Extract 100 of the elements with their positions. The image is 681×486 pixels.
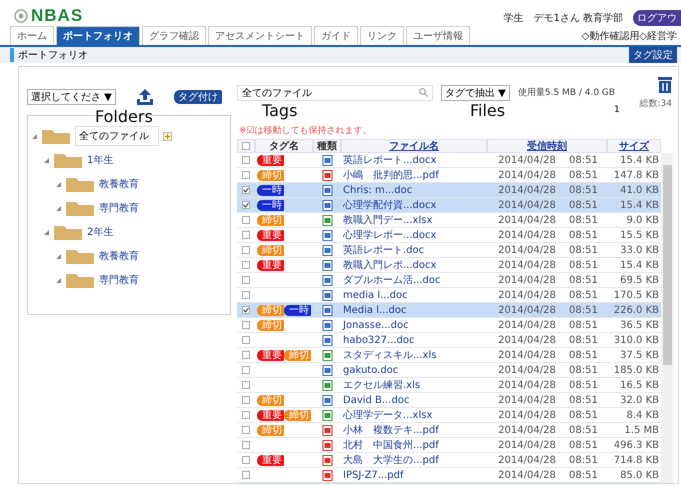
file-name-link[interactable]: 心理学レポー...docx: [341, 228, 487, 243]
total-count: 総数:34: [640, 98, 672, 110]
size-cell: 310.0 KB: [607, 333, 661, 348]
date-cell: 2014/04/28: [487, 273, 567, 288]
size-cell: 8.4 KB: [607, 408, 661, 423]
folder-label[interactable]: 1年生: [87, 153, 114, 167]
time-cell: 08:51: [567, 213, 607, 228]
size-cell: 15.4 KB: [607, 198, 661, 213]
time-cell: 08:51: [567, 393, 607, 408]
date-cell: 2014/04/28: [487, 153, 567, 168]
time-cell: 08:51: [567, 438, 607, 453]
size-cell: 41.0 KB: [607, 183, 661, 198]
folder-name-field[interactable]: 全てのファイル: [75, 126, 159, 146]
nav-tab[interactable]: ホーム: [10, 26, 54, 45]
file-name-link[interactable]: 小林 複数テキ...pdf: [341, 423, 487, 438]
time-cell: 08:51: [567, 258, 607, 273]
user-info: 学生 デモ1さん 教育学部: [503, 13, 623, 24]
notice-text: ※☑は移動しても保持されます。: [239, 124, 372, 137]
tag-label: 重要: [257, 454, 284, 466]
size-cell: 37.5 KB: [607, 348, 661, 363]
size-cell: 496.3 KB: [607, 438, 661, 453]
folder-label[interactable]: 教養教育: [99, 249, 139, 263]
size-cell: 1.5 MB: [607, 423, 661, 438]
date-cell: 2014/04/28: [487, 258, 567, 273]
column-header[interactable]: 受信時刻: [487, 139, 607, 153]
file-name-link[interactable]: 英語レポート...docx: [341, 153, 487, 168]
folder-label[interactable]: 教養教育: [99, 177, 139, 191]
file-name-link[interactable]: Jonasse...doc: [341, 318, 487, 333]
usage-text: 使用量5.5 MB / 4.0 GB: [518, 86, 616, 99]
file-name-link[interactable]: 教職入門デー...xlsx: [341, 213, 487, 228]
file-name-link[interactable]: 心理学データ...xlsx: [341, 408, 487, 423]
time-cell: 08:51: [567, 468, 607, 483]
file-name-link[interactable]: ダブルホーム活...doc: [341, 273, 487, 288]
size-cell: 36.5 KB: [607, 318, 661, 333]
folder-label[interactable]: 専門教育: [99, 273, 139, 287]
time-cell: 08:51: [567, 198, 607, 213]
nav-tab[interactable]: ガイド: [314, 26, 358, 45]
tag-label: 締切: [257, 320, 284, 330]
file-name-link[interactable]: IPSJ-Z7...pdf: [341, 468, 487, 483]
tag-filter-select[interactable]: タグで抽出 ▼: [441, 84, 510, 100]
nav-tab[interactable]: ポートフォリオ: [56, 26, 140, 45]
folder-label[interactable]: 専門教育: [99, 201, 139, 215]
tag-label: 締切: [257, 394, 284, 406]
tag-label: 重要: [257, 410, 284, 420]
nav-tab[interactable]: アセスメントシート: [208, 26, 312, 45]
date-cell: 2014/04/28: [487, 168, 567, 183]
size-cell: 32.0 KB: [607, 393, 661, 408]
tag-button[interactable]: タグ付け: [174, 90, 222, 104]
column-header[interactable]: ファイル名: [341, 139, 487, 153]
date-cell: 2014/04/28: [487, 333, 567, 348]
time-cell: 08:51: [567, 318, 607, 333]
column-header[interactable]: サイズ: [607, 139, 661, 153]
time-cell: 08:51: [567, 168, 607, 183]
date-cell: 2014/04/28: [487, 378, 567, 393]
tag-label: 一時: [284, 304, 311, 316]
file-name-link[interactable]: 心理学配付資...docx: [341, 198, 487, 213]
file-name-link[interactable]: 教職入門レポ...docx: [341, 258, 487, 273]
folder-label[interactable]: 2年生: [87, 225, 114, 239]
file-name-link[interactable]: media l...doc: [341, 288, 487, 303]
annotation-label: Folders: [95, 109, 153, 125]
file-name-link[interactable]: 小嶋 批判的思...pdf: [341, 168, 487, 183]
file-name-link[interactable]: gakuto.doc: [341, 363, 487, 378]
logout-button[interactable]: ログアウ: [633, 10, 681, 26]
file-name-link[interactable]: Media l...doc: [341, 303, 487, 318]
file-name-link[interactable]: 北村 中国食州...pdf: [341, 438, 487, 453]
date-cell: 2014/04/28: [487, 303, 567, 318]
file-name-link[interactable]: habo327...doc: [341, 333, 487, 348]
file-name-link[interactable]: David B...doc: [341, 393, 487, 408]
column-header: 種類: [313, 139, 341, 153]
date-cell: 2014/04/28: [487, 243, 567, 258]
file-name-link[interactable]: スタディスキル...xls: [341, 348, 487, 363]
file-name-link[interactable]: 英語レポート.doc: [341, 243, 487, 258]
date-cell: 2014/04/28: [487, 438, 567, 453]
file-name-link[interactable]: エクセル練習.xls: [341, 378, 487, 393]
nav-tab[interactable]: ユーザ情報: [406, 26, 470, 45]
date-cell: 2014/04/28: [487, 318, 567, 333]
tag-label: 重要: [257, 350, 284, 360]
nav-tab[interactable]: リンク: [360, 26, 404, 45]
size-cell: 170.5 KB: [607, 288, 661, 303]
file-name-link[interactable]: 大島 大学生の...pdf: [341, 453, 487, 468]
search-field[interactable]: 全てのファイル: [237, 84, 433, 100]
size-cell: 185.0 KB: [607, 363, 661, 378]
tag-label: 重要: [257, 260, 284, 270]
date-cell: 2014/04/28: [487, 348, 567, 363]
date-cell: 2014/04/28: [487, 423, 567, 438]
tag-label: 締切: [257, 424, 284, 436]
tag-label: 締切: [257, 214, 284, 226]
size-cell: 147.8 KB: [607, 168, 661, 183]
tag-label: 締切: [257, 170, 284, 180]
file-name-link[interactable]: Chris: m...doc: [341, 183, 487, 198]
column-header: タグ名: [255, 139, 313, 153]
folder-select[interactable]: 選択してくださ ▼: [27, 89, 116, 105]
nav-tab[interactable]: グラフ確認: [142, 26, 206, 45]
logo-text: NBAS: [31, 6, 84, 26]
tag-settings-button[interactable]: タグ設定: [629, 47, 677, 63]
date-cell: 2014/04/28: [487, 363, 567, 378]
tag-label: 一時: [257, 184, 284, 196]
tag-label: 締切: [284, 350, 311, 360]
tag-label: 締切: [257, 304, 284, 316]
time-cell: 08:51: [567, 453, 607, 468]
